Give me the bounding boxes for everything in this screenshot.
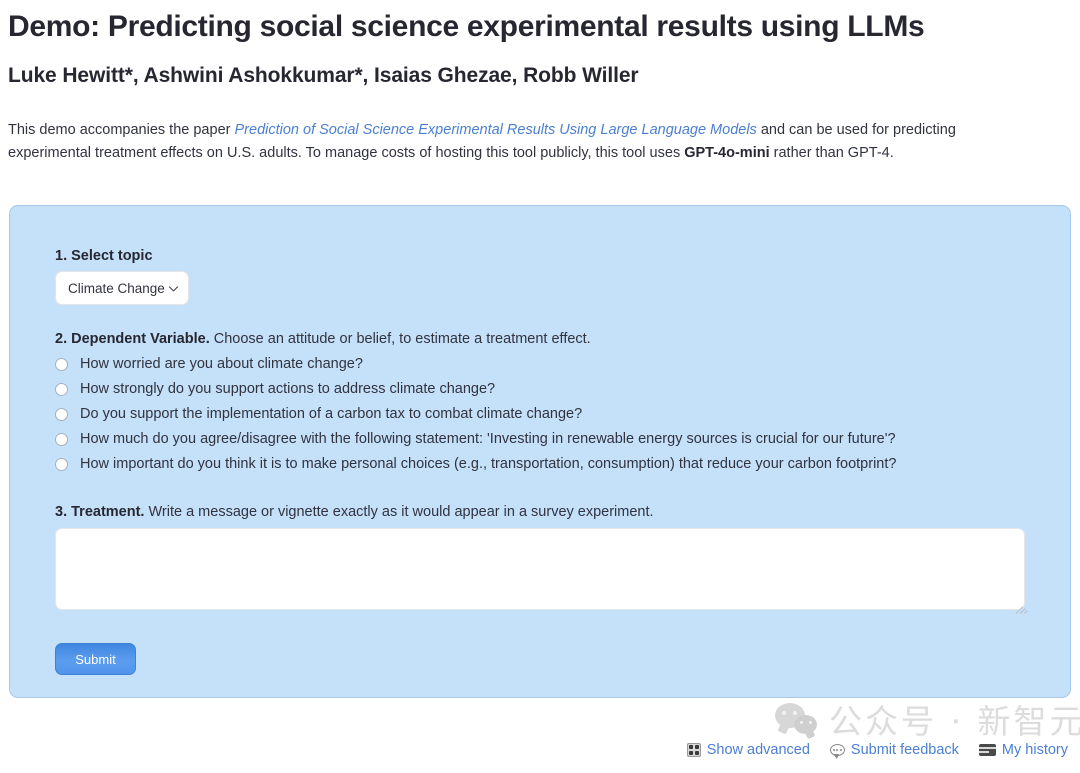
dependent-variable-radio-group: How worried are you about climate change… bbox=[55, 352, 1055, 477]
radio-option-1[interactable]: How strongly do you support actions to a… bbox=[55, 377, 1055, 402]
form-panel: 1. Select topic Climate Change 2. Depend… bbox=[9, 205, 1071, 698]
intro-text-before: This demo accompanies the paper bbox=[8, 121, 235, 138]
wechat-icon bbox=[775, 703, 819, 739]
submit-feedback-link[interactable]: Submit feedback bbox=[829, 742, 959, 759]
footer-links: Show advanced Submit feedback My history bbox=[686, 742, 1068, 759]
step3-label-rest: Write a message or vignette exactly as i… bbox=[144, 504, 654, 520]
intro-model-name: GPT-4o-mini bbox=[684, 145, 770, 162]
radio-label: How important do you think it is to make… bbox=[80, 456, 897, 473]
radio-option-3[interactable]: How much do you agree/disagree with the … bbox=[55, 427, 1055, 452]
radio-mark-icon[interactable] bbox=[55, 433, 68, 446]
radio-label: How strongly do you support actions to a… bbox=[80, 381, 496, 398]
card-stack-icon bbox=[978, 744, 996, 756]
treatment-textarea[interactable] bbox=[55, 528, 1025, 610]
paper-link[interactable]: Prediction of Social Science Experimenta… bbox=[235, 122, 757, 138]
radio-label: How much do you agree/disagree with the … bbox=[80, 431, 896, 448]
show-advanced-label: Show advanced bbox=[706, 742, 810, 758]
show-advanced-link[interactable]: Show advanced bbox=[686, 742, 810, 758]
page-title: Demo: Predicting social science experime… bbox=[8, 10, 925, 43]
radio-label: How worried are you about climate change… bbox=[80, 356, 363, 373]
radio-option-0[interactable]: How worried are you about climate change… bbox=[55, 352, 1055, 377]
chevron-down-icon bbox=[167, 282, 180, 295]
radio-option-2[interactable]: Do you support the implementation of a c… bbox=[55, 402, 1055, 427]
my-history-link[interactable]: My history bbox=[978, 742, 1068, 758]
step2-label: 2. Dependent Variable. Choose an attitud… bbox=[55, 329, 591, 351]
submit-button[interactable]: Submit bbox=[55, 643, 136, 675]
radio-mark-icon[interactable] bbox=[55, 383, 68, 396]
grid-icon bbox=[686, 743, 701, 757]
step3-label: 3. Treatment. Write a message or vignett… bbox=[55, 502, 654, 524]
radio-mark-icon[interactable] bbox=[55, 408, 68, 421]
watermark-text: 公众号 · 新智元 bbox=[829, 701, 1080, 741]
step3-label-bold: 3. Treatment. bbox=[55, 504, 145, 520]
topic-select[interactable]: Climate Change bbox=[55, 271, 189, 305]
step1-label: 1. Select topic bbox=[55, 248, 153, 264]
wechat-watermark: 公众号 · 新智元 bbox=[775, 703, 1080, 739]
step2-label-rest: Choose an attitude or belief, to estimat… bbox=[209, 331, 591, 347]
radio-mark-icon[interactable] bbox=[55, 358, 68, 371]
submit-feedback-label: Submit feedback bbox=[850, 742, 959, 758]
speech-bubble-icon bbox=[829, 744, 845, 759]
page-root: Demo: Predicting social science experime… bbox=[0, 0, 1080, 773]
my-history-label: My history bbox=[1001, 742, 1068, 758]
radio-option-4[interactable]: How important do you think it is to make… bbox=[55, 452, 1055, 477]
intro-text-end: rather than GPT-4. bbox=[769, 145, 894, 162]
intro-paragraph: This demo accompanies the paper Predicti… bbox=[0, 89, 1064, 166]
topic-select-value: Climate Change bbox=[68, 280, 165, 296]
radio-mark-icon[interactable] bbox=[55, 458, 68, 471]
radio-label: Do you support the implementation of a c… bbox=[80, 406, 583, 423]
authors-line: Luke Hewitt*, Ashwini Ashokkumar*, Isaia… bbox=[8, 63, 639, 87]
step2-label-bold: 2. Dependent Variable. bbox=[55, 331, 210, 347]
